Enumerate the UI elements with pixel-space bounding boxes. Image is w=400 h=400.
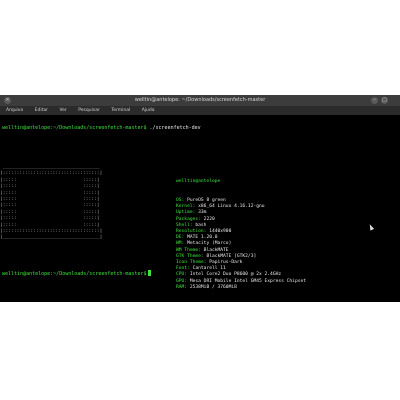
- info-value: bash: [192, 222, 207, 228]
- info-value: x86_64 Linux 4.16.12-gnu: [195, 204, 265, 210]
- prompt-text: welltin@antelope:~/Downloads/screenfetch…: [2, 125, 147, 131]
- ascii-logo: ___________________________________ |::::…: [0, 165, 172, 253]
- info-key: GTK Theme:: [176, 253, 204, 259]
- menu-edit[interactable]: Editar: [35, 106, 48, 115]
- command-text: ./screenfetch-dev: [146, 125, 201, 131]
- menu-help[interactable]: Ajuda: [142, 106, 155, 115]
- system-info: welltin@antelope OS: PureOS 8 green Kerne…: [176, 167, 398, 302]
- text-cursor: [147, 270, 151, 276]
- final-prompt-text: welltin@antelope:~/Downloads/screenfetch…: [2, 271, 147, 277]
- menu-search[interactable]: Pesquisar: [78, 106, 100, 115]
- menu-terminal[interactable]: Terminal: [111, 106, 130, 115]
- info-value: BlackMATE: [200, 247, 229, 253]
- minimize-icon[interactable]: –: [371, 97, 378, 104]
- info-value: Intel Core2 Duo P8600 @ 2x 2.4GHz: [187, 272, 282, 278]
- info-value: Metacity (Marco): [184, 241, 232, 247]
- info-key: Packages:: [176, 216, 201, 222]
- screen: { "window": { "title": "welltin@antelope…: [0, 0, 400, 400]
- info-row: RAM: 2538MiB / 3760MiB: [176, 285, 398, 291]
- info-key: Font:: [176, 266, 190, 272]
- close-icon[interactable]: ×: [4, 97, 11, 104]
- info-header: welltin@antelope: [176, 179, 221, 185]
- info-key: Icon Theme:: [176, 260, 207, 266]
- info-key: CPU:: [176, 272, 188, 278]
- final-prompt-line: welltin@antelope:~/Downloads/screenfetch…: [2, 270, 151, 277]
- info-value: 33m: [195, 210, 207, 216]
- command-line: welltin@antelope:~/Downloads/screenfetch…: [2, 125, 201, 131]
- info-value: Papirus-Dark: [206, 260, 243, 266]
- info-value: PureOS 8 green: [184, 198, 226, 204]
- info-key: WM Theme:: [176, 247, 201, 253]
- menu-view[interactable]: Ver: [59, 106, 66, 115]
- terminal-output[interactable]: welltin@antelope:~/Downloads/screenfetch…: [0, 115, 400, 302]
- info-value: Mesa DRI Mobile Intel GM45 Express Chips…: [187, 278, 307, 284]
- menu-file[interactable]: Arquivo: [6, 106, 23, 115]
- info-key: RAM:: [176, 284, 188, 290]
- terminal-window[interactable]: × welltin@antelope: ~/Downloads/screenfe…: [0, 95, 400, 302]
- info-key: Kernel:: [176, 204, 196, 210]
- window-titlebar[interactable]: × welltin@antelope: ~/Downloads/screenfe…: [0, 95, 400, 106]
- info-value: MATE 1.20.0: [184, 235, 218, 241]
- info-key: Uptime:: [176, 210, 196, 216]
- window-title: welltin@antelope: ~/Downloads/screenfetc…: [134, 97, 266, 103]
- logo-line: |___________________________________|: [0, 235, 103, 241]
- info-value: 2220: [200, 216, 215, 222]
- info-rows: OS: PureOS 8 green Kernel: x86_64 Linux 4…: [176, 198, 398, 291]
- menubar: Arquivo Editar Ver Pesquisar Terminal Aj…: [0, 106, 400, 115]
- info-key: GPU:: [176, 278, 188, 284]
- info-key: Resolution:: [176, 229, 207, 235]
- info-value: Cantarell 11: [189, 266, 226, 272]
- info-value: BlackMATE [GTK2/3]: [203, 253, 257, 259]
- info-key: Shell:: [176, 222, 193, 228]
- maximize-icon[interactable]: □: [381, 97, 388, 104]
- info-value: 1440x900: [206, 229, 232, 235]
- info-value: 2538MiB / 3760MiB: [187, 284, 237, 290]
